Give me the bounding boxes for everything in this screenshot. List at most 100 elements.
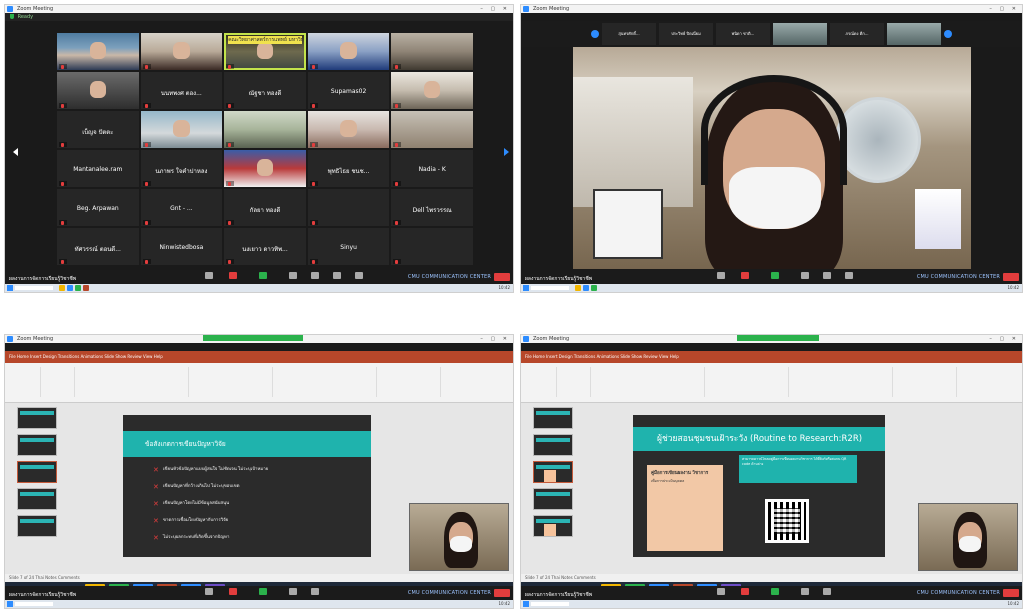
editing-group[interactable] <box>897 367 957 397</box>
participant-tile[interactable]: พุทธิไธย ชนช... <box>307 150 390 187</box>
participant-tile[interactable] <box>391 228 473 265</box>
taskbar-search[interactable] <box>15 602 53 606</box>
participant-tile[interactable]: Nadia - K <box>391 150 473 187</box>
participant-tile[interactable] <box>57 72 139 109</box>
strip-participant-tile[interactable]: ประวิทย์ ปิดเนี่ยม <box>659 23 713 45</box>
chat-icon[interactable] <box>823 588 831 595</box>
participant-tile[interactable]: คณะวิทยาศาสตร์การแพทย์ มหาวิทยาลัยเชียงใ… <box>224 33 306 70</box>
paragraph-group[interactable] <box>709 367 789 397</box>
powerpoint-ribbon[interactable]: File Home Insert Design Transitions Anim… <box>5 351 513 363</box>
participant-tile[interactable] <box>391 111 473 148</box>
chrome-icon[interactable] <box>75 285 81 291</box>
window-controls[interactable]: – ▢ ✕ <box>989 335 1019 343</box>
zoom-taskbar-icon[interactable] <box>583 285 589 291</box>
start-icon[interactable] <box>7 601 13 607</box>
chat-icon[interactable] <box>823 272 831 279</box>
window-controls[interactable]: – ▢ ✕ <box>989 5 1019 13</box>
gallery-prev-page-icon[interactable] <box>13 148 18 156</box>
window-controls[interactable]: – ▢ ✕ <box>480 335 510 343</box>
participant-tile[interactable]: Dell ไพรวรรณ <box>391 189 473 226</box>
paragraph-group[interactable] <box>193 367 273 397</box>
participants-icon[interactable] <box>801 588 809 595</box>
participants-icon[interactable] <box>289 272 297 279</box>
participant-tile[interactable] <box>307 111 390 148</box>
video-off-icon[interactable] <box>741 272 749 279</box>
end-meeting-button[interactable] <box>494 273 510 281</box>
slide-thumbnail[interactable] <box>17 515 57 537</box>
share-screen-icon[interactable] <box>259 272 267 279</box>
participant-tile[interactable] <box>224 150 306 187</box>
font-group[interactable] <box>79 367 189 397</box>
taskbar-search[interactable] <box>15 286 53 290</box>
zoom-taskbar-icon[interactable] <box>67 285 73 291</box>
start-icon[interactable] <box>523 285 529 291</box>
end-meeting-button[interactable] <box>1003 589 1019 597</box>
taskbar-search[interactable] <box>531 286 569 290</box>
participant-tile[interactable]: Gnt - ... <box>140 189 223 226</box>
participant-tile[interactable] <box>391 72 473 109</box>
floating-speaker-video[interactable] <box>918 503 1018 571</box>
slide-thumbnail[interactable] <box>533 488 573 510</box>
strip-participant-tile[interactable] <box>773 23 827 45</box>
participant-tile[interactable]: กัลยา ทองดี <box>224 189 306 226</box>
slide-thumbnail[interactable] <box>17 488 57 510</box>
floating-speaker-video[interactable] <box>409 503 509 571</box>
participant-tile[interactable]: ณัฐชา ทองดี <box>224 72 306 109</box>
slide-thumbnail-selected[interactable] <box>533 461 573 483</box>
slide-thumbnail[interactable] <box>533 407 573 429</box>
clipboard-group[interactable] <box>527 367 557 397</box>
record-icon[interactable] <box>333 272 341 279</box>
video-off-icon[interactable] <box>741 588 749 595</box>
slide-thumbnail[interactable] <box>17 407 57 429</box>
font-group[interactable] <box>595 367 705 397</box>
end-meeting-button[interactable] <box>494 589 510 597</box>
window-controls[interactable]: – ▢ ✕ <box>480 5 510 13</box>
gallery-next-page-icon[interactable] <box>504 148 509 156</box>
strip-next-icon[interactable] <box>944 30 952 38</box>
start-icon[interactable] <box>523 601 529 607</box>
reactions-icon[interactable] <box>355 272 363 279</box>
slide-thumbnail[interactable] <box>533 515 573 537</box>
editing-group[interactable] <box>381 367 441 397</box>
drawing-group[interactable] <box>793 367 893 397</box>
participants-icon[interactable] <box>289 588 297 595</box>
participant-tile[interactable]: Ninwistedbosa <box>140 228 223 265</box>
participant-tile[interactable]: Beg. Arpawan <box>57 189 139 226</box>
participant-tile[interactable] <box>307 33 390 70</box>
drawing-group[interactable] <box>277 367 377 397</box>
mute-icon[interactable] <box>205 588 213 595</box>
participants-icon[interactable] <box>801 272 809 279</box>
participant-tile[interactable]: Supamas02 <box>307 72 390 109</box>
video-off-icon[interactable] <box>229 588 237 595</box>
strip-participant-tile[interactable]: สุนทรศักดิ์... <box>602 23 656 45</box>
screen-share-indicator[interactable] <box>737 335 819 341</box>
powerpoint-icon[interactable] <box>83 285 89 291</box>
video-off-icon[interactable] <box>229 272 237 279</box>
participant-tile[interactable]: ทัศวรรณ์ ตอนดี... <box>57 228 139 265</box>
share-screen-icon[interactable] <box>259 588 267 595</box>
screen-share-indicator[interactable] <box>203 335 303 341</box>
participant-tile[interactable]: นภาพร ใจคำปาหลง <box>140 150 223 187</box>
participant-tile[interactable] <box>140 33 223 70</box>
participant-tile[interactable]: Sinyu <box>307 228 390 265</box>
mute-icon[interactable] <box>717 588 725 595</box>
participant-tile[interactable]: นนทพงศ ตอง... <box>140 72 223 109</box>
folder-icon[interactable] <box>59 285 65 291</box>
folder-icon[interactable] <box>575 285 581 291</box>
participant-tile[interactable] <box>307 189 390 226</box>
chrome-icon[interactable] <box>591 285 597 291</box>
participant-tile[interactable] <box>224 111 306 148</box>
chat-icon[interactable] <box>311 272 319 279</box>
shield-icon[interactable] <box>10 14 14 19</box>
participant-tile[interactable] <box>57 33 139 70</box>
mute-icon[interactable] <box>717 272 725 279</box>
current-slide[interactable]: ผู้ช่วยสอนชุมชนเฝ้าระวัง (Routine to Res… <box>633 415 885 557</box>
strip-participant-tile[interactable] <box>887 23 941 45</box>
share-screen-icon[interactable] <box>771 272 779 279</box>
taskbar-search[interactable] <box>531 602 569 606</box>
strip-prev-icon[interactable] <box>591 30 599 38</box>
participant-tile[interactable]: เบ็ญจ ปัตตะ <box>57 111 139 148</box>
slide-thumbnail[interactable] <box>17 434 57 456</box>
share-screen-icon[interactable] <box>771 588 779 595</box>
strip-participant-tile[interactable]: พนิดา ชาติ... <box>716 23 770 45</box>
